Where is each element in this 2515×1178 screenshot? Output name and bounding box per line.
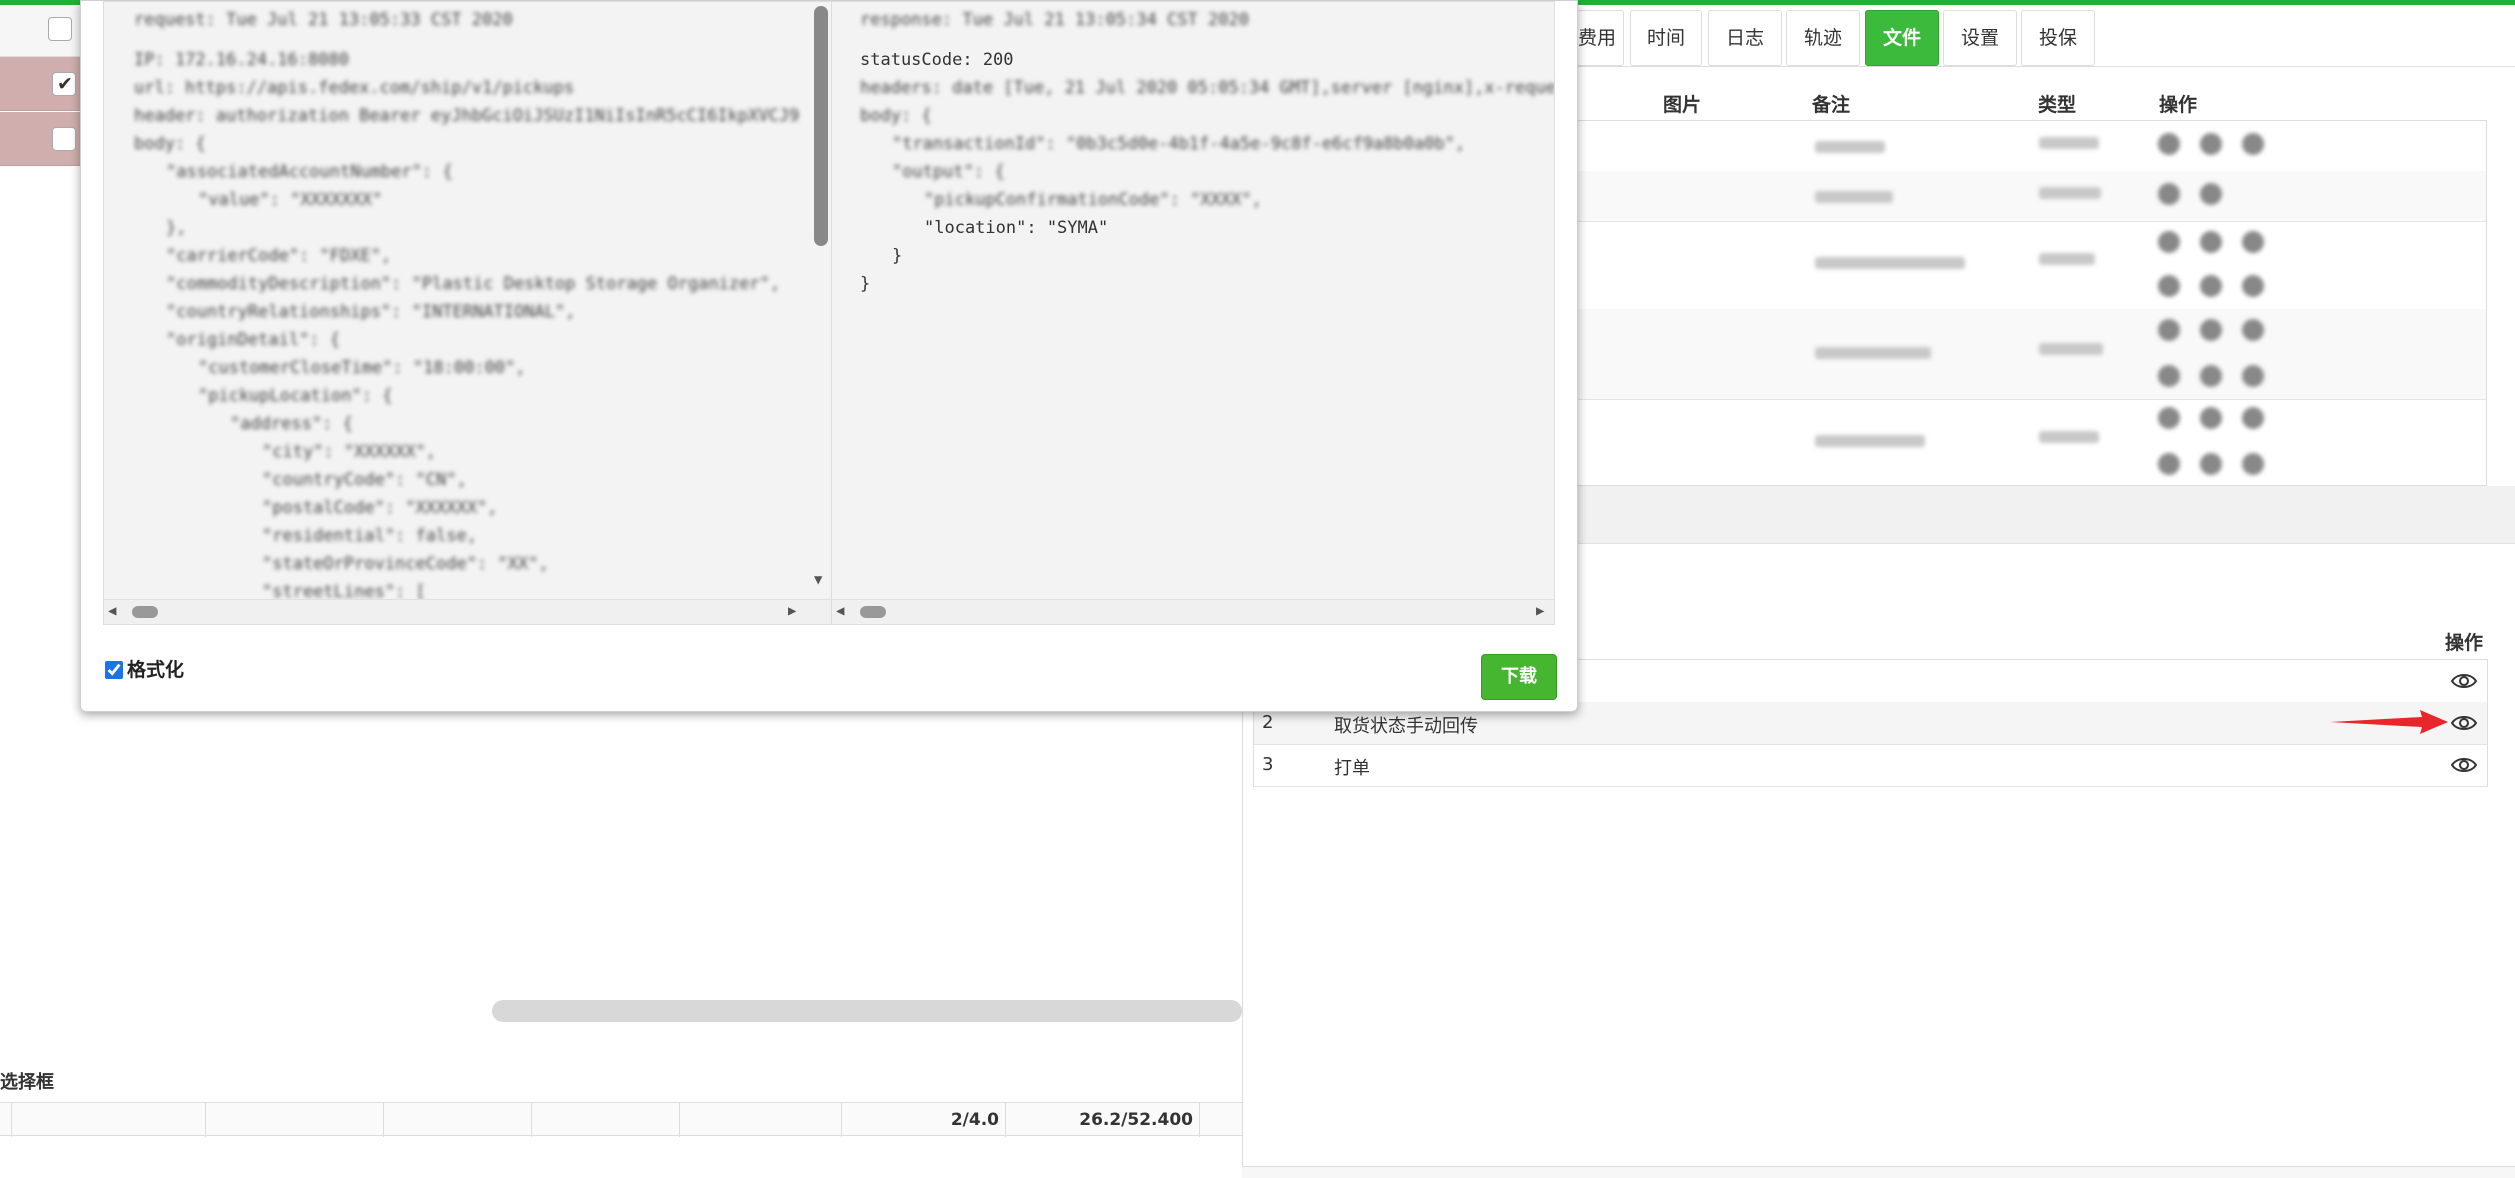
eye-icon[interactable] xyxy=(2450,667,2478,695)
select-all-checkbox[interactable] xyxy=(48,17,72,41)
tab-time[interactable]: 时间 xyxy=(1630,10,1702,66)
format-toggle[interactable]: 格式化 xyxy=(105,655,184,682)
link-icon[interactable] xyxy=(2158,453,2180,475)
settings-icon[interactable] xyxy=(2200,319,2222,341)
card-icon[interactable] xyxy=(2242,365,2264,387)
scroll-down-arrow[interactable]: ▼ xyxy=(814,572,822,588)
summary-row: 2/4.0 26.2/52.400 xyxy=(0,1102,1242,1137)
card-icon[interactable] xyxy=(2242,453,2264,475)
selector-label: 选择框 xyxy=(0,1072,54,1093)
tab-insurance[interactable]: 投保 xyxy=(2021,10,2095,66)
clock-icon[interactable] xyxy=(2200,453,2222,475)
settings-icon[interactable] xyxy=(2200,407,2222,429)
right-bottom-strip xyxy=(1242,1166,2515,1178)
log-row-num: 2 xyxy=(1262,712,1274,733)
summary-col-b: 26.2/52.400 xyxy=(1006,1103,1200,1137)
tab-settings[interactable]: 设置 xyxy=(1943,10,2017,66)
tab-log[interactable]: 日志 xyxy=(1708,10,1782,66)
upload-icon[interactable] xyxy=(2242,133,2264,155)
edit-icon[interactable] xyxy=(2158,133,2180,155)
edit-icon[interactable] xyxy=(2158,183,2180,205)
eye-icon[interactable] xyxy=(2450,751,2478,779)
response-status: statusCode: 200 xyxy=(860,50,1014,70)
clock-icon[interactable] xyxy=(2200,275,2222,297)
summary-col-a: 2/4.0 xyxy=(842,1103,1006,1137)
row-checkbox[interactable] xyxy=(52,127,76,151)
tab-fees[interactable]: 费用 xyxy=(1570,10,1624,66)
upload-icon[interactable] xyxy=(2242,231,2264,253)
tab-files[interactable]: 文件 xyxy=(1865,10,1939,66)
response-horizontal-scrollbar[interactable]: ◀ ▶ xyxy=(832,599,1554,624)
response-location: "location": "SYMA" xyxy=(924,218,1109,238)
log-row-name: 打单 xyxy=(1334,758,1370,779)
upload-icon[interactable] xyxy=(2242,319,2264,341)
row-checkbox[interactable] xyxy=(52,72,76,96)
download-button[interactable]: 下载 xyxy=(1481,654,1557,700)
header-type: 类型 xyxy=(2038,94,2077,116)
log-row: 3 打单 xyxy=(1254,744,2487,787)
settings-icon[interactable] xyxy=(2200,133,2222,155)
settings-icon[interactable] xyxy=(2200,231,2222,253)
log-row-name: 取货状态手动回传 xyxy=(1334,716,1478,737)
header-image: 图片 xyxy=(1663,94,1702,116)
edit-icon[interactable] xyxy=(2158,319,2180,341)
header-actions: 操作 xyxy=(2159,94,2198,116)
header-remark: 备注 xyxy=(1812,94,1851,116)
red-arrow-annotation xyxy=(2330,710,2448,734)
tab-track[interactable]: 轨迹 xyxy=(1786,10,1860,66)
log-actions-header: 操作 xyxy=(2445,632,2484,654)
left-horizontal-scrollbar[interactable] xyxy=(492,1000,1242,1022)
log-row-num: 3 xyxy=(1262,754,1274,775)
edit-icon[interactable] xyxy=(2158,231,2180,253)
link-icon[interactable] xyxy=(2158,365,2180,387)
format-label: 格式化 xyxy=(127,659,185,681)
request-horizontal-scrollbar[interactable]: ◀ ▶ xyxy=(104,599,834,624)
request-response-dialog: request: Tue Jul 21 13:05:33 CST 2020 IP… xyxy=(80,0,1578,712)
request-pane: request: Tue Jul 21 13:05:33 CST 2020 IP… xyxy=(103,1,835,625)
card-icon[interactable] xyxy=(2242,275,2264,297)
response-pane: response: Tue Jul 21 13:05:34 CST 2020 s… xyxy=(831,1,1555,625)
edit-icon[interactable] xyxy=(2158,407,2180,429)
response-close-inner: } xyxy=(892,246,903,266)
request-vertical-scrollbar[interactable] xyxy=(814,6,828,246)
link-icon[interactable] xyxy=(2158,275,2180,297)
response-close-outer: } xyxy=(860,274,871,294)
eye-icon[interactable] xyxy=(2450,709,2478,737)
format-checkbox[interactable] xyxy=(105,661,123,679)
settings-icon[interactable] xyxy=(2200,183,2222,205)
upload-icon[interactable] xyxy=(2242,407,2264,429)
clock-icon[interactable] xyxy=(2200,365,2222,387)
